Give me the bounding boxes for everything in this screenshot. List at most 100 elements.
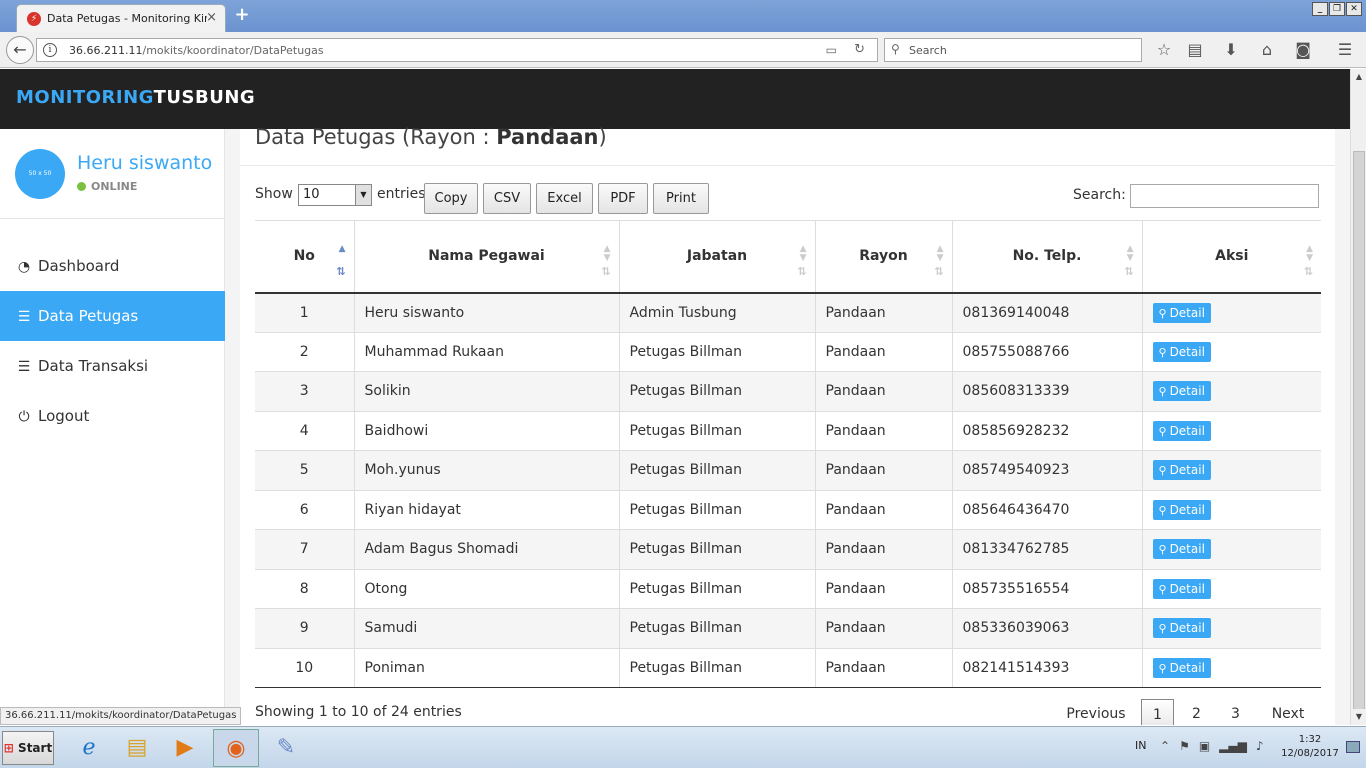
browser-tab[interactable]: ⚡ Data Petugas - Monitoring Kiner ×: [16, 4, 226, 32]
bookmark-star-icon[interactable]: ☆: [1154, 40, 1174, 59]
detail-button[interactable]: ⚲ Detail: [1152, 460, 1211, 481]
reader-view-icon[interactable]: ▭: [826, 43, 837, 57]
detail-button[interactable]: ⚲ Detail: [1152, 341, 1211, 362]
pdf-button[interactable]: PDF: [598, 183, 648, 214]
detail-button[interactable]: ⚲ Detail: [1152, 381, 1211, 402]
sidebar: 50 x 50 Heru siswanto ONLINE ◔ Dashboard …: [0, 129, 225, 725]
start-label: Start: [18, 741, 53, 755]
page-length-select[interactable]: 10 ▼: [298, 184, 372, 206]
detail-button[interactable]: ⚲ Detail: [1152, 499, 1211, 520]
print-button[interactable]: Print: [653, 183, 709, 214]
list-icon: ☰: [17, 309, 31, 325]
new-tab-button[interactable]: +: [232, 5, 252, 25]
col-header-jabatan[interactable]: Jabatan ▲ ▼ ⇅: [619, 220, 816, 294]
detail-button[interactable]: ⚲ Detail: [1152, 657, 1211, 678]
cell-no: 4: [255, 410, 355, 451]
pagination-next[interactable]: Next: [1262, 699, 1314, 725]
detail-button-label: Detail: [1169, 463, 1205, 478]
detail-button[interactable]: ⚲ Detail: [1152, 539, 1211, 560]
chevron-down-icon[interactable]: ▼: [355, 185, 371, 205]
tab-close-icon[interactable]: ×: [206, 10, 217, 25]
cell-no: 2: [255, 331, 355, 372]
detail-button[interactable]: ⚲ Detail: [1152, 618, 1211, 639]
detail-button-label: Detail: [1169, 305, 1205, 320]
paint-icon[interactable]: ✎: [263, 729, 309, 767]
scroll-down-icon[interactable]: ▼: [1351, 709, 1366, 725]
address-bar[interactable]: i 36.66.211.11/mokits/koordinator/DataPe…: [36, 38, 878, 62]
restore-button[interactable]: ❐: [1329, 2, 1345, 16]
cell-telp: 085608313339: [952, 371, 1143, 411]
download-icon[interactable]: ⬇: [1221, 40, 1241, 59]
page-title-rayon: Pandaan: [496, 125, 599, 149]
close-window-button[interactable]: ✕: [1346, 2, 1362, 16]
search-icon: ⚲: [1158, 345, 1167, 359]
col-header-no[interactable]: No ▲ ⇅: [255, 220, 355, 294]
detail-button[interactable]: ⚲ Detail: [1152, 302, 1211, 323]
col-header-aksi[interactable]: Aksi ▲ ▼ ⇅: [1142, 220, 1321, 294]
col-header-nama[interactable]: Nama Pegawai ▲ ▼ ⇅: [354, 220, 620, 294]
show-desktop-button[interactable]: [1346, 741, 1360, 753]
cell-jabatan: Petugas Billman: [619, 371, 816, 411]
detail-button[interactable]: ⚲ Detail: [1152, 578, 1211, 599]
scroll-thumb[interactable]: [1353, 151, 1365, 711]
cell-telp: 082141514393: [952, 647, 1143, 688]
cell-aksi: ⚲ Detail: [1142, 489, 1321, 530]
pagination-page-3[interactable]: 3: [1219, 699, 1252, 725]
reload-icon[interactable]: ↻: [854, 42, 865, 57]
sidebar-item-data-petugas[interactable]: ☰ Data Petugas: [0, 291, 225, 341]
page-scrollbar[interactable]: ▲ ▼: [1350, 69, 1366, 725]
detail-button-label: Detail: [1169, 502, 1205, 517]
file-explorer-icon[interactable]: ▤: [114, 729, 160, 767]
cell-no: 3: [255, 371, 355, 411]
col-header-rayon[interactable]: Rayon ▲ ▼ ⇅: [815, 220, 953, 294]
internet-explorer-icon[interactable]: ℯ: [66, 729, 112, 767]
csv-button[interactable]: CSV: [483, 183, 531, 214]
pocket-icon[interactable]: ◙: [1293, 40, 1313, 59]
cell-no: 9: [255, 608, 355, 648]
network-icon[interactable]: ▂▄▆: [1219, 739, 1247, 753]
brand-logo[interactable]: MONITORINGTUSBUNG: [16, 87, 255, 108]
url-text[interactable]: 36.66.211.11/mokits/koordinator/DataPetu…: [69, 44, 324, 57]
pagination-page-2[interactable]: 2: [1180, 699, 1213, 725]
cell-no: 5: [255, 450, 355, 490]
detail-button-label: Detail: [1169, 621, 1205, 636]
home-icon[interactable]: ⌂: [1257, 40, 1277, 59]
browser-search-box[interactable]: ⚲ Search: [884, 38, 1142, 62]
start-button[interactable]: ⊞ Start: [2, 731, 54, 765]
sort-icon: ⇅: [601, 265, 611, 278]
detail-button[interactable]: ⚲ Detail: [1152, 420, 1211, 441]
media-player-icon[interactable]: ▶: [162, 729, 208, 767]
volume-icon[interactable]: ♪: [1256, 739, 1264, 753]
cell-nama: Heru siswanto: [354, 292, 620, 332]
menu-hamburger-icon[interactable]: ☰: [1335, 40, 1355, 59]
cell-rayon: Pandaan: [815, 371, 953, 411]
language-indicator[interactable]: IN: [1135, 739, 1146, 752]
sidebar-item-dashboard[interactable]: ◔ Dashboard: [0, 241, 225, 291]
back-button[interactable]: ←: [6, 36, 34, 64]
system-tray: ⌃ ⚑ ▣ ▂▄▆ ♪: [1160, 739, 1264, 753]
tray-expand-icon[interactable]: ⌃: [1160, 739, 1170, 753]
site-info-icon[interactable]: i: [43, 43, 57, 57]
copy-button[interactable]: Copy: [424, 183, 478, 214]
search-icon: ⚲: [1158, 503, 1167, 517]
reading-list-icon[interactable]: ▤: [1185, 40, 1205, 59]
firefox-icon[interactable]: ◉: [213, 729, 259, 767]
pagination-page-1[interactable]: 1: [1141, 699, 1174, 725]
minimize-button[interactable]: _: [1312, 2, 1328, 16]
sidebar-item-label: Data Transaksi: [38, 357, 149, 375]
sort-both-icon: ▲ ▼: [936, 244, 944, 263]
sidebar-item-data-transaksi[interactable]: ☰ Data Transaksi: [0, 341, 225, 391]
taskbar-clock[interactable]: 1:32 12/08/2017: [1280, 733, 1340, 761]
detail-button-label: Detail: [1169, 384, 1205, 399]
dashboard-icon: ◔: [17, 259, 31, 275]
excel-button[interactable]: Excel: [536, 183, 593, 214]
table-search-input[interactable]: [1130, 184, 1319, 208]
cell-jabatan: Petugas Billman: [619, 529, 816, 569]
action-center-icon[interactable]: ⚑: [1179, 739, 1190, 753]
cell-jabatan: Admin Tusbung: [619, 292, 816, 332]
scroll-up-icon[interactable]: ▲: [1351, 69, 1366, 85]
pagination-previous[interactable]: Previous: [1060, 699, 1132, 725]
device-icon[interactable]: ▣: [1199, 739, 1210, 753]
col-header-telp[interactable]: No. Telp. ▲ ▼ ⇅: [952, 220, 1143, 294]
sidebar-item-logout[interactable]: ⏻ Logout: [0, 391, 225, 441]
